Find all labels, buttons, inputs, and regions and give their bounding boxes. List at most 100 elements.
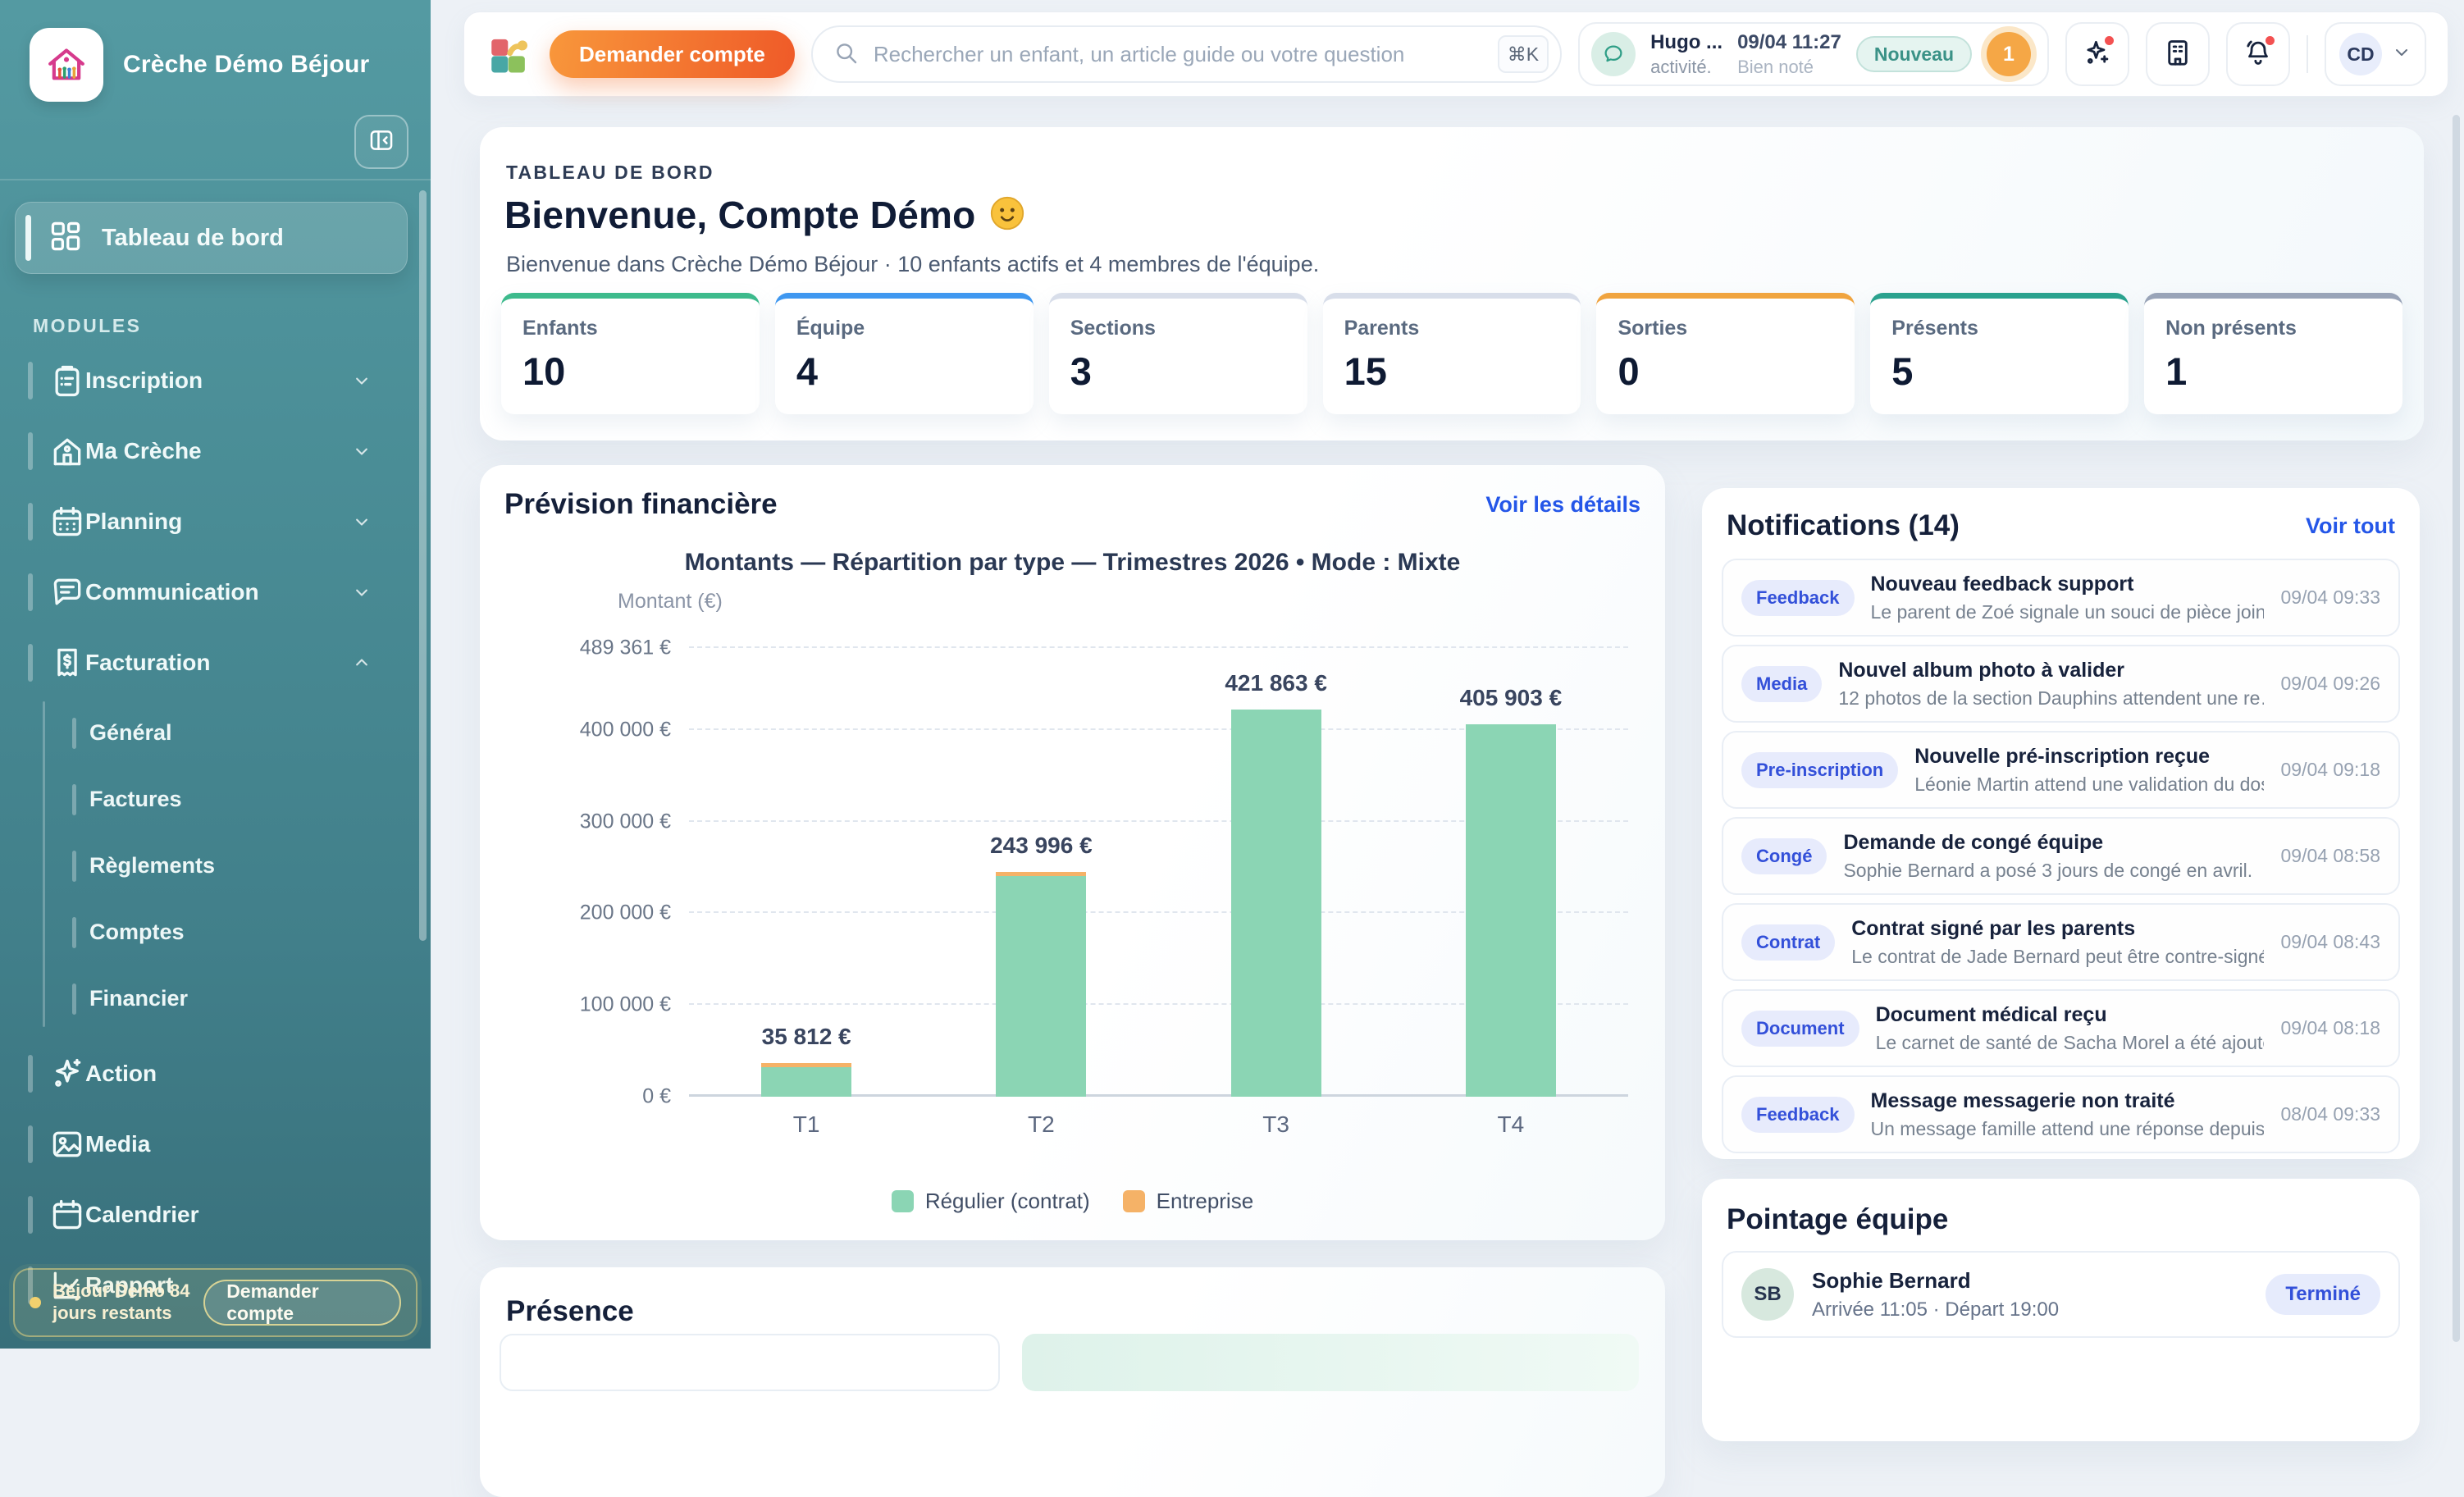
trial-dot-icon <box>30 1297 41 1308</box>
stat-card-parents[interactable]: Parents15 <box>1323 293 1581 414</box>
user-menu-button[interactable]: CD <box>2325 22 2426 86</box>
stat-label: Équipe <box>796 317 1012 340</box>
stat-card-pr-sents[interactable]: Présents5 <box>1870 293 2129 414</box>
bar-t4[interactable] <box>1466 724 1556 1097</box>
notification-badge: Document <box>1741 1011 1859 1047</box>
status-badge: Terminé <box>2266 1274 2380 1315</box>
sidebar-item-action[interactable]: Action <box>0 1038 431 1109</box>
sidebar-scrollbar[interactable] <box>419 190 427 941</box>
activity-user-name: Hugo ... <box>1650 31 1723 54</box>
chevron-up-icon <box>350 651 373 674</box>
notification-dot <box>2103 34 2115 47</box>
panel-collapse-icon <box>367 126 395 158</box>
stat-label: Sorties <box>1618 317 1833 340</box>
sidebar-nav: Tableau de bord MODULES InscriptionMa Cr… <box>0 180 431 1321</box>
stat-card-non-pr-sents[interactable]: Non présents1 <box>2144 293 2402 414</box>
sidebar-item-inscription[interactable]: Inscription <box>0 345 431 416</box>
clipboard-icon <box>49 363 85 399</box>
subitem-indicator <box>72 917 76 948</box>
notification-item[interactable]: FeedbackMessage messagerie non traitéUn … <box>1722 1075 2400 1153</box>
page-scrollbar[interactable] <box>2453 115 2460 1342</box>
notification-item[interactable]: MediaNouvel album photo à valider12 phot… <box>1722 645 2400 723</box>
stat-value: 15 <box>1344 349 1560 394</box>
stat-card-enfants[interactable]: Enfants10 <box>501 293 760 414</box>
notification-badge: Feedback <box>1741 1097 1855 1133</box>
stat-card--quipe[interactable]: Équipe 4 <box>775 293 1034 414</box>
search-bar[interactable]: ⌘K <box>811 25 1562 83</box>
item-indicator <box>28 1125 33 1163</box>
sidebar-subitem-factures[interactable]: Factures <box>0 766 431 833</box>
presence-tab-left[interactable] <box>500 1334 1000 1391</box>
bar-value-label: 405 903 € <box>1412 685 1609 711</box>
shortcut-badge: ⌘K <box>1498 35 1549 73</box>
sidebar-item-communication[interactable]: Communication <box>0 557 431 628</box>
notification-title: Contrat signé par les parents <box>1851 917 2264 941</box>
welcome-banner: TABLEAU DE BORD Bienvenue, Compte Démo B… <box>480 127 2424 440</box>
notifications-see-all-link[interactable]: Voir tout <box>2306 513 2395 539</box>
notification-item[interactable]: ContratContrat signé par les parentsLe c… <box>1722 903 2400 981</box>
notifications-button[interactable] <box>2226 22 2290 86</box>
sidebar-item-calendrier[interactable]: Calendrier <box>0 1180 431 1250</box>
stat-card-sections[interactable]: Sections3 <box>1049 293 1307 414</box>
notification-item[interactable]: DocumentDocument médical reçuLe carnet d… <box>1722 989 2400 1067</box>
notification-desc: Le contrat de Jade Bernard peut être con… <box>1851 946 2264 968</box>
chevron-down-icon <box>350 510 373 533</box>
sidebar-item-label: Media <box>85 1131 150 1157</box>
notification-item[interactable]: CongéDemande de congé équipeSophie Berna… <box>1722 817 2400 895</box>
sidebar-subitem-label: Financier <box>89 986 188 1011</box>
subitem-indicator <box>72 784 76 815</box>
notification-dot <box>2264 34 2276 47</box>
request-account-button[interactable]: Demander compte <box>550 30 795 78</box>
integrations-puzzle-icon[interactable] <box>486 30 533 78</box>
notification-time: 08/04 09:33 <box>2280 1103 2380 1125</box>
presence-tab-right[interactable] <box>1022 1334 1639 1391</box>
notification-item[interactable]: Pre-inscriptionNouvelle pré-inscription … <box>1722 731 2400 809</box>
stat-label: Présents <box>1891 317 2107 340</box>
notification-badge: Feedback <box>1741 580 1855 616</box>
team-member-row[interactable]: SB Sophie Bernard Arrivée 11:05 · Départ… <box>1722 1251 2400 1338</box>
dashboard-grid-icon <box>48 218 102 258</box>
notification-time: 09/04 08:58 <box>2280 845 2380 867</box>
bar-t3[interactable] <box>1231 710 1321 1097</box>
stats-row: Enfants10Équipe4Sections3Parents15Sortie… <box>501 293 2402 414</box>
sidebar-subitem-comptes[interactable]: Comptes <box>0 899 431 965</box>
bar-segment-regulier <box>1231 710 1321 1097</box>
sidebar-item-facturation[interactable]: Facturation <box>0 628 431 698</box>
sidebar-subitem-financier[interactable]: Financier <box>0 965 431 1032</box>
member-name: Sophie Bernard <box>1812 1268 2247 1294</box>
submenu-facturation: Général Factures RèglementsComptes Financie… <box>0 698 431 1038</box>
brand-title: Crèche Démo Béjour <box>123 51 369 79</box>
notification-item[interactable]: FeedbackNouveau feedback supportLe paren… <box>1722 559 2400 637</box>
organization-button[interactable] <box>2146 22 2210 86</box>
sidebar-subitem-g-n-ral[interactable]: Général <box>0 700 431 766</box>
search-input[interactable] <box>872 41 1485 68</box>
sidebar-subitem-label: Factures <box>89 787 182 812</box>
trial-request-account-button[interactable]: Demander compte <box>203 1280 401 1326</box>
legend-item: Entreprise <box>1123 1189 1254 1214</box>
school-icon <box>49 433 85 469</box>
team-clocking-heading: Pointage équipe <box>1727 1203 1948 1236</box>
bar-value-label: 243 996 € <box>942 833 1139 859</box>
bar-t2[interactable] <box>996 872 1086 1097</box>
presence-card: Présence <box>480 1267 1665 1497</box>
sidebar-item-media[interactable]: Media <box>0 1109 431 1180</box>
bar-t1[interactable] <box>761 1063 851 1097</box>
sidebar-item-planning[interactable]: Planning <box>0 486 431 557</box>
sidebar-item-dashboard[interactable]: Tableau de bord <box>15 202 408 274</box>
activity-user-sub: activité. <box>1650 57 1723 78</box>
finance-details-link[interactable]: Voir les détails <box>1485 492 1640 518</box>
stat-value: 4 <box>796 349 1012 394</box>
gridline <box>689 646 1628 648</box>
sidebar-collapse-button[interactable] <box>354 115 408 169</box>
sidebar-item-ma-cr-che[interactable]: Ma Crèche <box>0 416 431 486</box>
bar-segment-regulier <box>1466 724 1556 1097</box>
ai-actions-button[interactable] <box>2065 22 2129 86</box>
activity-pill[interactable]: Hugo ... activité. 09/04 11:27 Bien noté… <box>1578 22 2049 86</box>
sidebar-item-label: Tableau de bord <box>102 225 284 252</box>
sidebar-item-label: Ma Crèche <box>85 438 202 464</box>
stat-value: 1 <box>2165 349 2381 394</box>
chart-y-axis-label: Montant (€) <box>618 590 723 614</box>
stat-card-sorties[interactable]: Sorties0 <box>1596 293 1855 414</box>
sidebar-subitem-r-glements[interactable]: Règlements <box>0 833 431 899</box>
new-badge: Nouveau <box>1856 36 1972 72</box>
